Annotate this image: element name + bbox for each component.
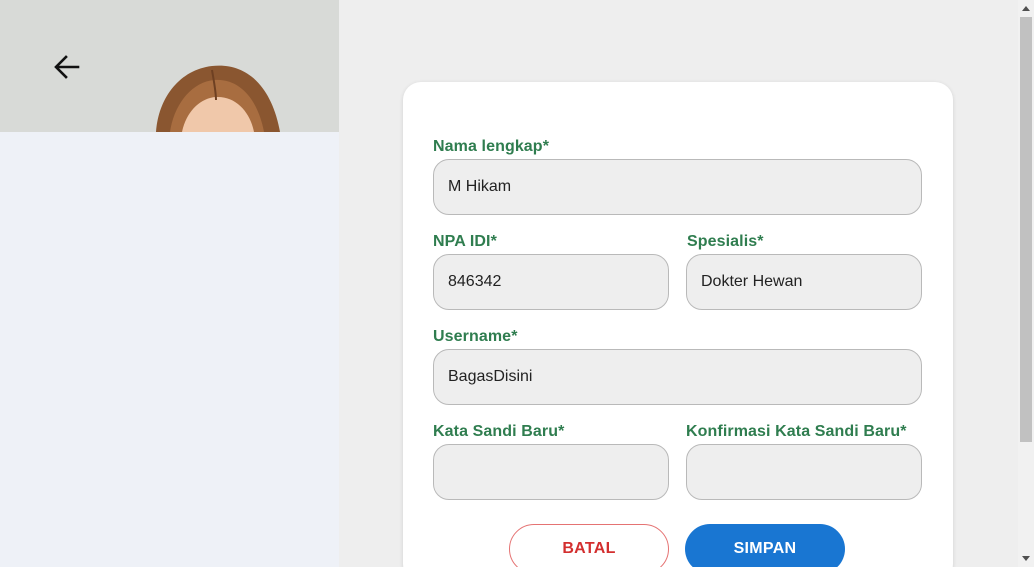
left-panel: [0, 0, 339, 567]
scrollbar[interactable]: [1018, 0, 1034, 567]
scroll-down-icon[interactable]: [1018, 551, 1034, 567]
specialist-input[interactable]: [686, 254, 922, 310]
npa-idi-label: NPA IDI*: [433, 233, 497, 250]
scroll-up-icon[interactable]: [1018, 0, 1034, 16]
username-input[interactable]: [433, 349, 922, 405]
scrollbar-thumb[interactable]: [1020, 17, 1032, 442]
npa-idi-input[interactable]: [433, 254, 669, 310]
cancel-button[interactable]: BATAL: [509, 524, 669, 567]
full-name-input[interactable]: [433, 159, 922, 215]
specialist-label: Spesialis*: [687, 233, 764, 250]
edit-profile-form: Nama lengkap* NPA IDI* Spesialis* Userna…: [403, 82, 953, 567]
main-area: Nama lengkap* NPA IDI* Spesialis* Userna…: [339, 0, 1018, 567]
arrow-left-icon: [54, 55, 80, 79]
full-name-label: Nama lengkap*: [433, 138, 550, 155]
username-label: Username*: [433, 328, 518, 345]
back-button[interactable]: [48, 48, 86, 86]
confirm-password-input[interactable]: [686, 444, 922, 500]
new-password-label: Kata Sandi Baru*: [433, 423, 565, 440]
new-password-input[interactable]: [433, 444, 669, 500]
confirm-password-label: Konfirmasi Kata Sandi Baru*: [686, 423, 907, 440]
save-button[interactable]: SIMPAN: [685, 524, 845, 567]
